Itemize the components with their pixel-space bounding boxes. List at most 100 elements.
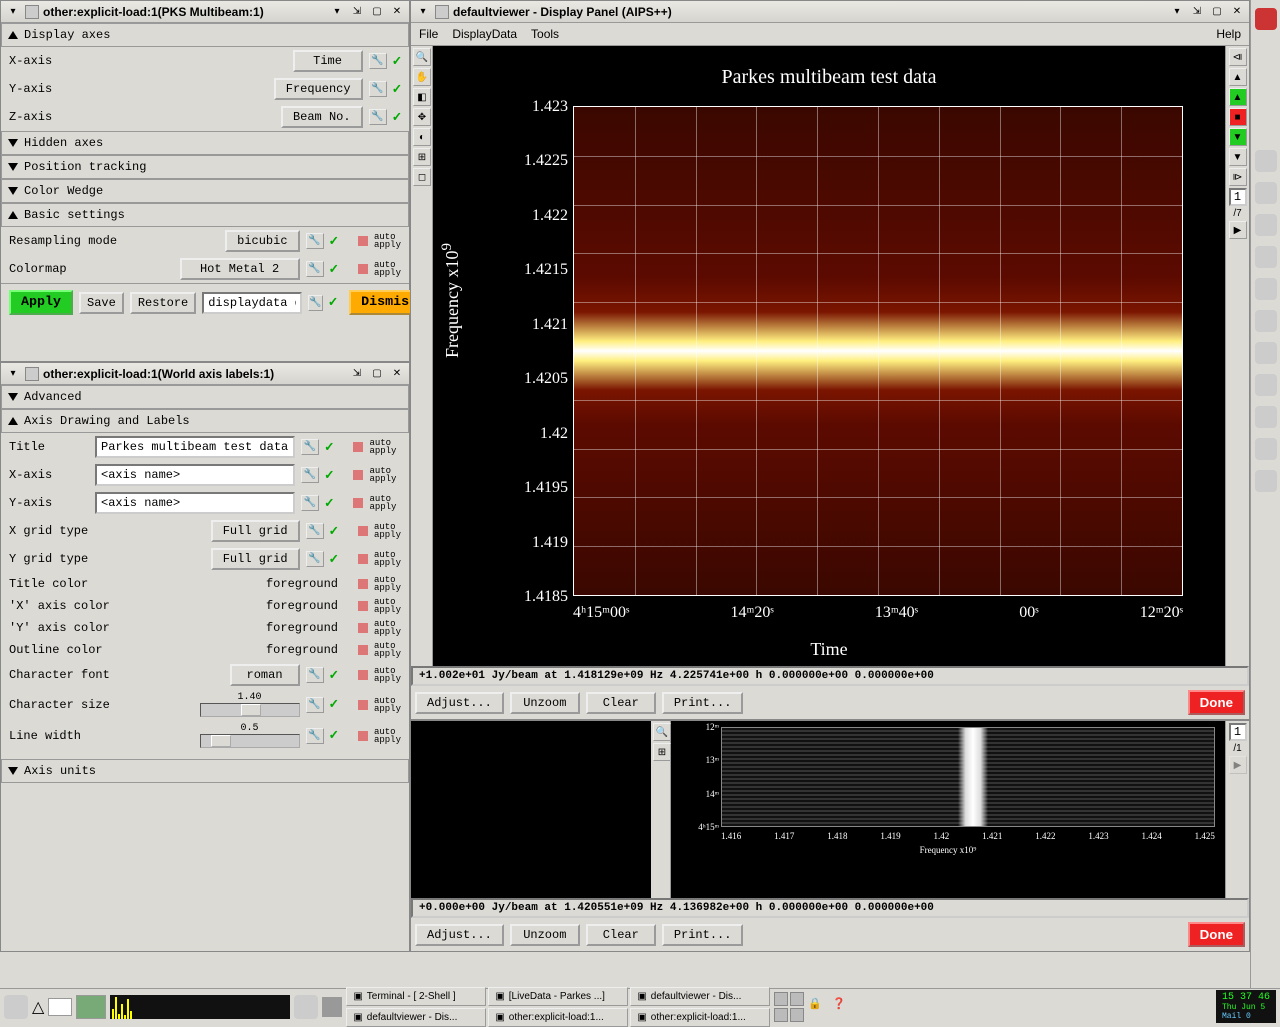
resampling-select[interactable]: bicubic	[225, 230, 299, 252]
menu-file[interactable]: File	[419, 27, 438, 41]
frame-input[interactable]	[1229, 188, 1247, 206]
restore-button[interactable]: Restore	[130, 292, 196, 314]
task-terminal[interactable]: ▣Terminal - [ 2-Shell ]	[346, 987, 486, 1006]
close-icon[interactable]: ✕	[389, 4, 405, 20]
search-icon[interactable]	[1255, 438, 1277, 460]
last-icon[interactable]: ⧐	[1229, 168, 1247, 186]
wrench-icon[interactable]: 🔧	[306, 697, 324, 713]
hat-icon[interactable]	[1255, 8, 1277, 30]
auto-apply-box[interactable]	[358, 236, 368, 246]
close-icon[interactable]: ✕	[1229, 4, 1245, 20]
linewidth-slider[interactable]	[200, 734, 300, 748]
apply-button[interactable]: Apply	[9, 290, 73, 315]
lock-icon[interactable]: 🔒	[808, 997, 828, 1017]
first-icon[interactable]: ⧏	[1229, 48, 1247, 66]
auto-apply-box[interactable]	[353, 442, 363, 452]
contrast-icon[interactable]: ◐	[413, 128, 431, 146]
foot-icon[interactable]	[4, 995, 28, 1019]
done2-button[interactable]: Done	[1188, 922, 1245, 947]
app1-icon[interactable]	[1255, 150, 1277, 172]
charsize-slider[interactable]	[200, 703, 300, 717]
help-icon[interactable]	[1255, 182, 1277, 204]
viewer-titlebar[interactable]: ▾ defaultviewer - Display Panel (AIPS++)…	[411, 1, 1249, 23]
brush-icon[interactable]	[1255, 278, 1277, 300]
xaxis-input[interactable]	[95, 464, 295, 486]
play-down-icon[interactable]: ▼	[1229, 128, 1247, 146]
adjust2-button[interactable]: Adjust...	[415, 924, 504, 946]
section-axis-units[interactable]: Axis units	[1, 759, 409, 783]
grid-icon[interactable]: ⊞	[653, 743, 671, 761]
max-icon[interactable]: ▢	[1209, 4, 1225, 20]
move-icon[interactable]: ✥	[413, 108, 431, 126]
adjust-button[interactable]: Adjust...	[415, 692, 504, 714]
win2-titlebar[interactable]: ▾ other:explicit-load:1(World axis label…	[1, 363, 409, 385]
clear-button[interactable]: Clear	[586, 692, 656, 714]
zoom-icon[interactable]: 🔍	[413, 48, 431, 66]
wrench-icon[interactable]: 🔧	[301, 467, 319, 483]
yaxis-input[interactable]	[95, 492, 295, 514]
yaxis-select[interactable]: Frequency	[274, 78, 363, 100]
pager[interactable]	[774, 992, 804, 1022]
calc-icon[interactable]	[1255, 374, 1277, 396]
wrench-icon[interactable]: 🔧	[301, 495, 319, 511]
section-position-tracking[interactable]: Position tracking	[1, 155, 409, 179]
ygrid-select[interactable]: Full grid	[211, 548, 300, 570]
auto-apply-box[interactable]	[358, 601, 368, 611]
task-livedata[interactable]: ▣[LiveData - Parkes ...]	[488, 987, 628, 1006]
wrench-icon[interactable]: 🔧	[306, 728, 324, 744]
zaxis-select[interactable]: Beam No.	[281, 106, 363, 128]
term-icon[interactable]	[322, 997, 342, 1017]
section-color-wedge[interactable]: Color Wedge	[1, 179, 409, 203]
play-up-icon[interactable]: ▲	[1229, 88, 1247, 106]
section-hidden-axes[interactable]: Hidden axes	[1, 131, 409, 155]
auto-apply-box[interactable]	[358, 554, 368, 564]
up-icon[interactable]: ▲	[1229, 68, 1247, 86]
workspace-up[interactable]: △	[32, 997, 44, 1017]
save-button[interactable]: Save	[79, 292, 124, 314]
foot2-icon[interactable]	[294, 995, 318, 1019]
frame2-input[interactable]	[1229, 723, 1247, 741]
auto-apply-box[interactable]	[358, 623, 368, 633]
wrench-icon[interactable]: 🔧	[306, 551, 324, 567]
section-display-axes[interactable]: Display axes	[1, 23, 409, 47]
app2-icon[interactable]	[1255, 214, 1277, 236]
clear2-button[interactable]: Clear	[586, 924, 656, 946]
menu-tools[interactable]: Tools	[531, 27, 559, 41]
mini-plot-left[interactable]	[411, 721, 651, 898]
workspace-switcher[interactable]	[48, 998, 72, 1016]
globe-icon[interactable]	[1255, 406, 1277, 428]
unzoom-button[interactable]: Unzoom	[510, 692, 580, 714]
shade-icon[interactable]: ▾	[329, 4, 345, 20]
help2-icon[interactable]: ❓	[832, 997, 852, 1017]
win1-titlebar[interactable]: ▾ other:explicit-load:1(PKS Multibeam:1)…	[1, 1, 409, 23]
wrench-icon[interactable]: 🔧	[308, 295, 322, 311]
auto-apply-box[interactable]	[358, 670, 368, 680]
wrench-icon[interactable]: 🔧	[306, 233, 324, 249]
region-icon[interactable]: ◻	[413, 168, 431, 186]
displaydata-field[interactable]	[202, 292, 302, 314]
menu-icon[interactable]: ▾	[5, 4, 21, 20]
colormap-select[interactable]: Hot Metal 2	[180, 258, 300, 280]
font-select[interactable]: roman	[230, 664, 300, 686]
print2-button[interactable]: Print...	[662, 924, 744, 946]
wrench-icon[interactable]: 🔧	[301, 439, 319, 455]
auto-apply-box[interactable]	[358, 526, 368, 536]
menu-icon[interactable]: ▾	[5, 366, 21, 382]
shade-icon[interactable]: ▾	[1169, 4, 1185, 20]
wrench-icon[interactable]: 🔧	[306, 523, 324, 539]
auto-apply-box[interactable]	[353, 498, 363, 508]
down-icon[interactable]: ▼	[1229, 148, 1247, 166]
wrench-icon[interactable]: 🔧	[306, 261, 324, 277]
pin-icon[interactable]: ⇲	[349, 366, 365, 382]
auto-apply-box[interactable]	[358, 579, 368, 589]
max-icon[interactable]: ▢	[369, 4, 385, 20]
section-basic-settings[interactable]: Basic settings	[1, 203, 409, 227]
done-button[interactable]: Done	[1188, 690, 1245, 715]
title-input[interactable]	[95, 436, 295, 458]
mini-plot[interactable]: 12ᵐ13ᵐ14ᵐ4ʰ15ᵐ 1.4161.4171.4181.4191.421…	[671, 721, 1225, 898]
flag-icon[interactable]	[1255, 246, 1277, 268]
auto-apply-box[interactable]	[358, 700, 368, 710]
pin-icon[interactable]: ⇲	[1189, 4, 1205, 20]
chart-icon[interactable]	[1255, 470, 1277, 492]
max-icon[interactable]: ▢	[369, 366, 385, 382]
